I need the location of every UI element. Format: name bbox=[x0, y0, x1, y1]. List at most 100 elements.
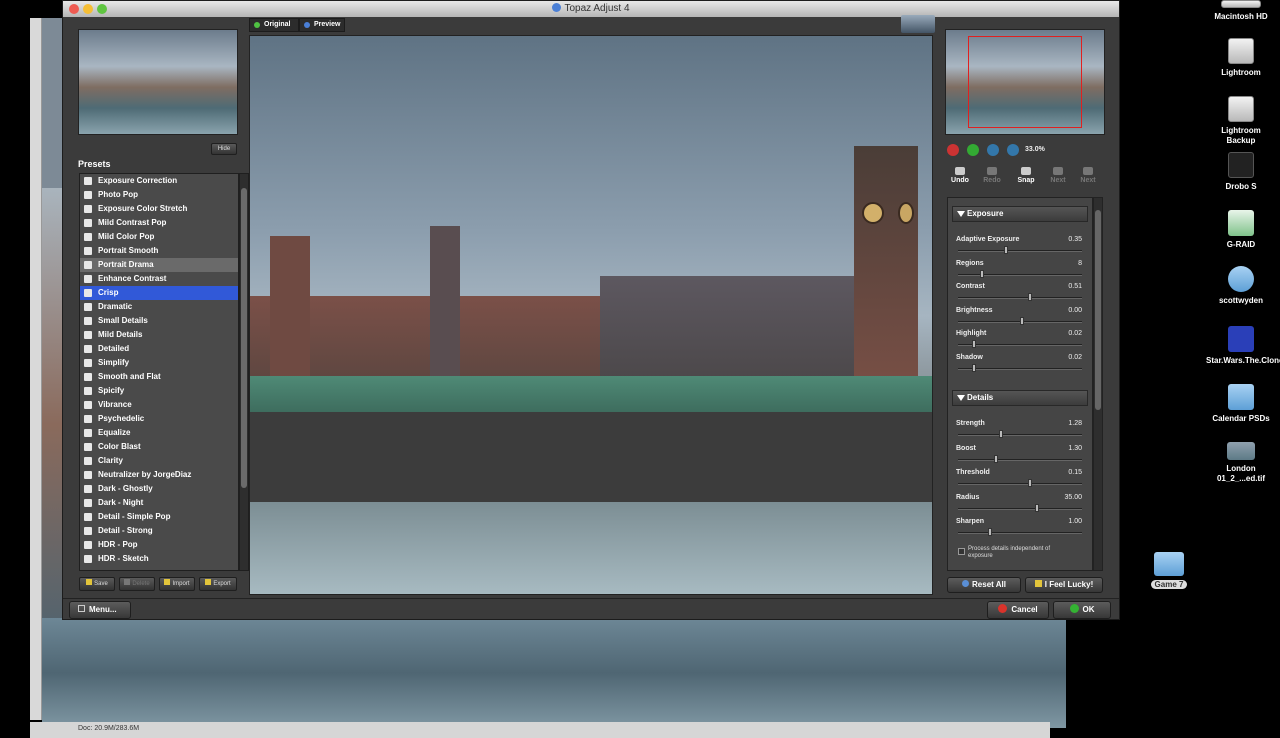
reset-all-button[interactable]: Reset All bbox=[947, 577, 1021, 593]
tab-preview[interactable]: Preview bbox=[299, 18, 345, 32]
preset-item[interactable]: Mild Contrast Pop bbox=[80, 216, 238, 230]
preset-item[interactable]: Mild Color Pop bbox=[80, 230, 238, 244]
desktop-icon-lightroom-backup[interactable]: Lightroom Backup bbox=[1206, 96, 1276, 146]
slider-brightness[interactable]: Brightness 0.00 bbox=[956, 307, 1086, 329]
preset-item[interactable]: HDR - Pop bbox=[80, 538, 238, 552]
fit-icon[interactable] bbox=[987, 144, 999, 156]
slider-knob[interactable] bbox=[1035, 503, 1039, 512]
preset-item[interactable]: Exposure Correction bbox=[80, 174, 238, 188]
adjust-scroll-thumb[interactable] bbox=[1095, 210, 1101, 410]
zoom-in-icon[interactable] bbox=[967, 144, 979, 156]
preset-item[interactable]: Crisp bbox=[80, 286, 238, 300]
delete-button[interactable]: Delete bbox=[119, 577, 155, 591]
slider-radius[interactable]: Radius 35.00 bbox=[956, 494, 1086, 516]
slider-knob[interactable] bbox=[972, 340, 976, 348]
preset-item[interactable]: Dramatic bbox=[80, 300, 238, 314]
zoom-icon[interactable] bbox=[97, 4, 107, 14]
preset-item[interactable]: Small Details bbox=[80, 314, 238, 328]
hide-button[interactable]: Hide bbox=[211, 143, 237, 155]
slider-knob[interactable] bbox=[1020, 316, 1024, 325]
menu-button[interactable]: Menu... bbox=[69, 601, 131, 619]
actual-size-icon[interactable] bbox=[1007, 144, 1019, 156]
desktop-icon-game7[interactable]: Game 7 bbox=[1134, 552, 1204, 590]
slider-shadow[interactable]: Shadow 0.02 bbox=[956, 354, 1086, 376]
minimize-icon[interactable] bbox=[83, 4, 93, 14]
preset-item[interactable]: Smooth and Flat bbox=[80, 370, 238, 384]
slider-knob[interactable] bbox=[1028, 293, 1032, 301]
preset-item[interactable]: Equalize bbox=[80, 426, 238, 440]
export-button[interactable]: Export bbox=[199, 577, 237, 591]
slider-highlight[interactable]: Highlight 0.02 bbox=[956, 330, 1086, 352]
desktop-icon-london-tif[interactable]: London 01_2_...ed.tif bbox=[1206, 442, 1276, 484]
exposure-section-header[interactable]: Exposure bbox=[952, 206, 1088, 222]
undo-button[interactable]: Undo bbox=[947, 167, 973, 184]
slider-track[interactable] bbox=[958, 532, 1082, 534]
desktop-icon-starwars[interactable]: Star.Wars.The.Clone....rrent bbox=[1206, 326, 1280, 366]
preset-item[interactable]: Spicify bbox=[80, 384, 238, 398]
slider-knob[interactable] bbox=[972, 363, 976, 372]
process-details-checkbox[interactable] bbox=[958, 548, 965, 555]
next-button[interactable]: Next bbox=[1045, 167, 1071, 184]
preset-item[interactable]: Enhance Contrast bbox=[80, 272, 238, 286]
slider-regions[interactable]: Regions 8 bbox=[956, 260, 1086, 282]
slider-adaptive-exposure[interactable]: Adaptive Exposure 0.35 bbox=[956, 236, 1086, 258]
preset-item[interactable]: Dark - Ghostly bbox=[80, 482, 238, 496]
details-section-header[interactable]: Details bbox=[952, 390, 1088, 406]
desktop-icon-lightroom[interactable]: Lightroom bbox=[1206, 38, 1276, 78]
navigator-map[interactable] bbox=[945, 29, 1105, 135]
slider-track[interactable] bbox=[958, 297, 1082, 299]
slider-track[interactable] bbox=[958, 483, 1082, 485]
preset-item[interactable]: Vibrance bbox=[80, 398, 238, 412]
i-feel-lucky-button[interactable]: I Feel Lucky! bbox=[1025, 577, 1103, 593]
slider-knob[interactable] bbox=[994, 454, 998, 463]
snap-button[interactable]: Snap bbox=[1013, 167, 1039, 184]
desktop-icon-g-raid[interactable]: G-RAID bbox=[1206, 210, 1276, 250]
slider-track[interactable] bbox=[958, 273, 1082, 276]
preset-item[interactable]: Detail - Simple Pop bbox=[80, 510, 238, 524]
slider-strength[interactable]: Strength 1.28 bbox=[956, 420, 1086, 442]
desktop-icon-calendar-psds[interactable]: Calendar PSDs bbox=[1206, 384, 1276, 424]
scroll-thumb[interactable] bbox=[241, 188, 247, 488]
slider-track[interactable] bbox=[958, 507, 1082, 510]
preset-item[interactable]: HDR - Sketch bbox=[80, 552, 238, 566]
slider-track[interactable] bbox=[958, 344, 1082, 346]
import-button[interactable]: Import bbox=[159, 577, 195, 591]
slider-track[interactable] bbox=[958, 250, 1082, 252]
preset-item[interactable]: Portrait Drama bbox=[80, 258, 238, 272]
redo-button[interactable]: Redo bbox=[979, 167, 1005, 184]
close-icon[interactable] bbox=[69, 4, 79, 14]
preset-item[interactable]: Psychedelic bbox=[80, 412, 238, 426]
preset-item[interactable]: Color Blast bbox=[80, 440, 238, 454]
tab-original[interactable]: Original bbox=[249, 18, 299, 32]
next-button-2[interactable]: Next bbox=[1075, 167, 1101, 184]
preset-item[interactable]: Portrait Smooth bbox=[80, 244, 238, 258]
slider-knob[interactable] bbox=[999, 430, 1003, 438]
zoom-out-icon[interactable] bbox=[947, 144, 959, 156]
view-rectangle[interactable] bbox=[968, 36, 1082, 128]
preset-item[interactable]: Mild Details bbox=[80, 328, 238, 342]
slider-track[interactable] bbox=[958, 434, 1082, 436]
desktop-icon-scottwyden[interactable]: scottwyden bbox=[1206, 266, 1276, 306]
preset-item[interactable]: Simplify bbox=[80, 356, 238, 370]
save-button[interactable]: Save bbox=[79, 577, 115, 591]
preset-item[interactable]: Detail - Strong bbox=[80, 524, 238, 538]
cancel-button[interactable]: Cancel bbox=[987, 601, 1049, 619]
slider-contrast[interactable]: Contrast 0.51 bbox=[956, 283, 1086, 305]
presets-scrollbar[interactable] bbox=[239, 173, 249, 571]
presets-list[interactable]: Exposure Correction Photo Pop Exposure Col… bbox=[79, 173, 239, 571]
ok-button[interactable]: OK bbox=[1053, 601, 1111, 619]
slider-track[interactable] bbox=[958, 367, 1082, 370]
preview-image[interactable] bbox=[249, 35, 933, 595]
preset-item[interactable]: Dark - Night bbox=[80, 496, 238, 510]
preset-item[interactable]: Photo Pop bbox=[80, 188, 238, 202]
title-bar[interactable]: Topaz Adjust 4 bbox=[63, 1, 1119, 17]
slider-knob[interactable] bbox=[980, 269, 984, 278]
slider-track[interactable] bbox=[958, 458, 1082, 461]
preset-item[interactable]: Clarity bbox=[80, 454, 238, 468]
slider-knob[interactable] bbox=[1004, 246, 1008, 254]
slider-knob[interactable] bbox=[988, 528, 992, 536]
desktop-icon-drobo[interactable]: Drobo S bbox=[1206, 152, 1276, 192]
slider-knob[interactable] bbox=[1028, 479, 1032, 487]
desktop-icon-macintosh-hd[interactable]: Macintosh HD bbox=[1206, 0, 1276, 22]
slider-threshold[interactable]: Threshold 0.15 bbox=[956, 469, 1086, 491]
